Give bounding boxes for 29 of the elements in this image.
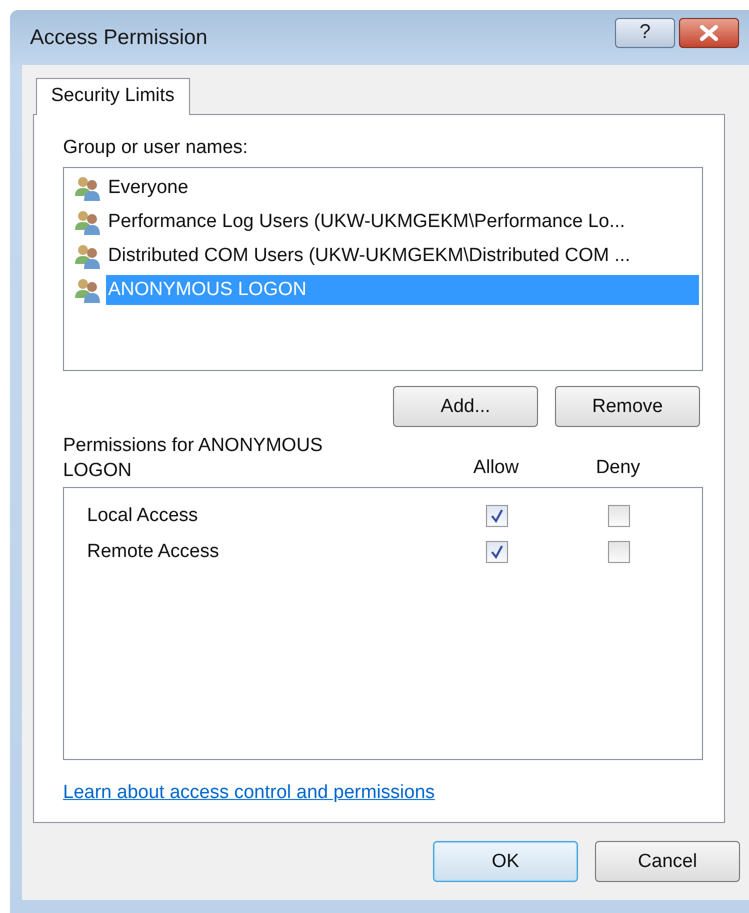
deny-checkbox[interactable] (608, 541, 630, 563)
user-item[interactable]: Everyone (106, 173, 699, 203)
help-button[interactable]: ? (615, 18, 675, 48)
checkmark-icon (489, 508, 505, 524)
allow-checkbox[interactable] (486, 541, 508, 563)
remove-button[interactable]: Remove (555, 386, 700, 427)
help-link[interactable]: Learn about access control and permissions (63, 782, 435, 804)
ok-button[interactable]: OK (433, 841, 578, 882)
user-item[interactable]: Performance Log Users (UKW-UKMGEKM\Performance Lo... (106, 207, 699, 237)
user-item[interactable]: Distributed COM Users (UKW-UKMGEKM\Distributed COM ... (106, 241, 699, 271)
users-icon (73, 276, 103, 304)
users-icon (73, 208, 103, 236)
window-title: Access Permission (29, 26, 208, 50)
checkmark-icon (489, 544, 505, 560)
cancel-button[interactable]: Cancel (595, 841, 740, 882)
users-icon (73, 242, 103, 270)
permissions-label: Permissions for ANONYMOUS LOGON (63, 434, 324, 483)
add-button[interactable]: Add... (393, 386, 538, 427)
close-icon (698, 24, 720, 40)
tab[interactable]: Security Limits (36, 78, 190, 115)
close-button[interactable] (679, 18, 739, 48)
permission-name: Local Access (86, 505, 199, 527)
column-header: Allow (472, 457, 520, 479)
deny-checkbox[interactable] (608, 505, 630, 527)
users-icon (73, 174, 103, 202)
permission-name: Remote Access (86, 541, 220, 563)
allow-checkbox[interactable] (486, 505, 508, 527)
column-header: Deny (594, 457, 642, 479)
group-label: Group or user names: (63, 137, 249, 159)
